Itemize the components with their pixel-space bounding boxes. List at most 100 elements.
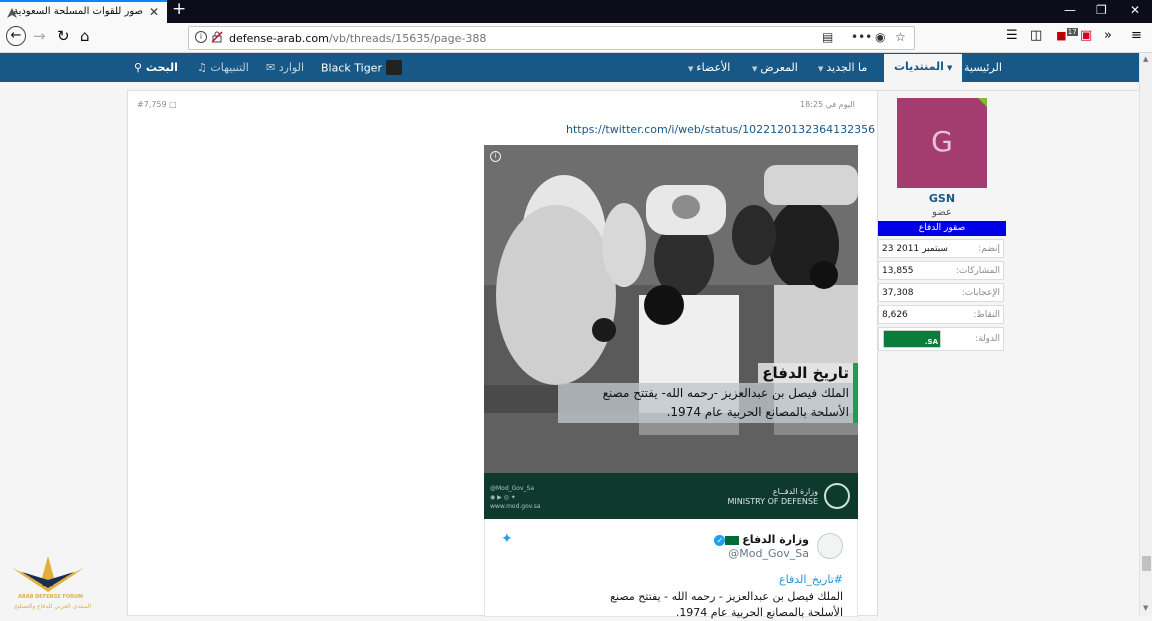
nav-search[interactable]: ⚲ البحث bbox=[134, 61, 178, 74]
nav-gallery[interactable]: ▼ المعرض bbox=[752, 61, 798, 74]
site-navigation: الرئيسية المنتديات ▼ ▼ ما الجديد ▼ المعرض ▼… bbox=[0, 53, 1139, 82]
stat-joined: إنضم: 23 سبتمبر 2011 bbox=[878, 239, 1004, 258]
nav-inbox[interactable]: ✉ الوارد bbox=[266, 61, 304, 74]
stat-label: إنضم: bbox=[978, 244, 1000, 254]
ministry-footer: @Mod_Gov_Sa ◉ ▶ ◎ ✦ www.mod.gov.sa وزارة ا… bbox=[484, 473, 858, 519]
close-window-icon[interactable]: ✕ bbox=[1130, 3, 1140, 17]
browser-tab-bar: صور للقوات المسلحة السعودية ✕ + — ❐ ✕ bbox=[0, 0, 1152, 23]
home-icon[interactable]: ⌂ bbox=[80, 27, 90, 45]
stat-label: النقاط: bbox=[973, 310, 1000, 320]
minimize-icon[interactable]: — bbox=[1064, 3, 1076, 17]
footer-handle: @Mod_Gov_Sa bbox=[490, 485, 535, 492]
tweet-embed[interactable]: ✦ وزارة الدفاع ✓ @Mod_Gov_Sa #تاريخ_الدفا… bbox=[484, 519, 858, 619]
extension-badge: 17 bbox=[1066, 28, 1078, 36]
tweet-photo[interactable]: i تاريخ الدفاع الملك فيصل بن عبدالعزيز -… bbox=[484, 145, 858, 519]
bookmark-star-icon[interactable]: ☆ bbox=[895, 30, 906, 44]
restore-icon[interactable]: ❐ bbox=[1096, 3, 1107, 17]
browser-toolbar: ← → ↻ ⌂ i defense-arab.com/vb/threads/15… bbox=[0, 23, 1152, 53]
new-tab-button[interactable]: + bbox=[172, 0, 186, 19]
tweet-link-url: https://twitter.com/i/web/status/1022120… bbox=[566, 123, 876, 136]
historical-photo-illustration bbox=[484, 145, 858, 473]
tweet-link[interactable]: https://twitter.com/i/web/status/1022120… bbox=[566, 123, 887, 136]
stat-label: الدولة: bbox=[975, 334, 1000, 344]
ublock-icon[interactable]: ◼17 bbox=[1056, 28, 1078, 43]
pocket-icon[interactable]: ◉ bbox=[875, 30, 885, 44]
ministry-name: وزارة الدفــاع MINISTRY OF DEFENSE bbox=[728, 487, 818, 507]
nav-alerts[interactable]: ♫ التنبيهات bbox=[197, 61, 249, 74]
url-domain: defense-arab.com bbox=[229, 32, 329, 45]
account-avatar[interactable] bbox=[817, 533, 843, 559]
account-name[interactable]: وزارة الدفاع ✓ bbox=[712, 533, 809, 546]
avatar-letter: G bbox=[931, 125, 953, 158]
search-icon: ⚲ bbox=[134, 61, 143, 74]
post-number[interactable]: #7,759 □ bbox=[137, 100, 177, 109]
url-path: /vb/threads/15635/page-388 bbox=[328, 32, 487, 45]
browser-tab[interactable]: صور للقوات المسلحة السعودية ✕ bbox=[0, 0, 167, 23]
screen-name[interactable]: @Mod_Gov_Sa bbox=[728, 547, 809, 560]
nav-forums[interactable]: المنتديات ▼ bbox=[884, 54, 963, 82]
user-avatar bbox=[385, 60, 402, 75]
page-content: #7,759 □ اليوم في 18:25 https://twitter.… bbox=[0, 82, 1139, 619]
stat-value[interactable]: 8,626 bbox=[882, 310, 908, 320]
forward-arrow-icon[interactable]: → bbox=[33, 27, 46, 45]
address-bar[interactable]: i defense-arab.com/vb/threads/15635/page… bbox=[188, 26, 915, 50]
account-name-text: وزارة الدفاع bbox=[742, 533, 809, 546]
nav-whats-new[interactable]: ▼ ما الجديد bbox=[818, 61, 867, 74]
nav-username: Black Tiger bbox=[321, 61, 382, 75]
chevron-down-icon: ▼ bbox=[946, 64, 953, 72]
caption-body: الملك فيصل بن عبدالعزيز -رحمه الله- يفتت… bbox=[558, 383, 853, 423]
stat-value[interactable]: 13,855 bbox=[882, 266, 914, 276]
verified-badge-icon: ✓ bbox=[714, 535, 726, 546]
username-link[interactable]: GSN bbox=[878, 192, 1006, 205]
post-time[interactable]: اليوم في 18:25 bbox=[800, 100, 855, 109]
photo-caption: تاريخ الدفاع الملك فيصل بن عبدالعزيز -رح… bbox=[558, 363, 858, 423]
social-icons: ◉ ▶ ◎ ✦ bbox=[490, 494, 516, 501]
nav-account[interactable]: Black Tiger bbox=[321, 60, 402, 76]
page-actions-icon[interactable]: ••• bbox=[851, 30, 872, 44]
page-scrollbar[interactable]: ▲ ▼ bbox=[1139, 53, 1152, 616]
back-arrow-icon[interactable]: ← bbox=[6, 26, 26, 46]
user-title: عضو bbox=[932, 207, 952, 218]
tab-close-icon[interactable]: ✕ bbox=[149, 5, 159, 19]
scrollbar-thumb[interactable] bbox=[1142, 556, 1151, 571]
eagle-emblem-icon: DA bbox=[12, 556, 84, 592]
post-body: #7,759 □ اليوم في 18:25 https://twitter.… bbox=[128, 91, 887, 619]
nav-home[interactable]: الرئيسية bbox=[964, 61, 1002, 74]
stat-country: الدولة: .SA bbox=[878, 327, 1004, 351]
sidebar-icon[interactable]: ◫ bbox=[1030, 28, 1042, 43]
scroll-up-icon[interactable]: ▲ bbox=[1143, 55, 1148, 63]
nav-members-label: الأعضاء bbox=[696, 61, 731, 74]
caption-heading: تاريخ الدفاع bbox=[758, 363, 853, 383]
hamburger-menu-icon[interactable]: ≡ bbox=[1131, 28, 1142, 43]
page-info-icon[interactable]: i bbox=[195, 31, 207, 43]
insecure-lock-icon[interactable] bbox=[211, 31, 223, 43]
chevron-down-icon: ▼ bbox=[688, 65, 694, 73]
nav-alerts-label: التنبيهات bbox=[210, 61, 249, 74]
tab-title: صور للقوات المسلحة السعودية bbox=[13, 6, 143, 17]
stat-posts: المشاركات: 13,855 bbox=[878, 261, 1004, 280]
nav-inbox-label: الوارد bbox=[278, 61, 305, 74]
tweet-text: الملك فيصل بن عبدالعزيز - رحمه الله - يف… bbox=[610, 590, 843, 619]
nav-forums-label: المنتديات bbox=[894, 60, 944, 73]
twitter-bird-icon[interactable]: ✦ bbox=[501, 531, 513, 547]
post-number-text: #7,759 bbox=[137, 100, 167, 109]
chevron-down-icon: ▼ bbox=[818, 65, 824, 73]
ministry-emblem-icon bbox=[824, 483, 850, 509]
library-icon[interactable]: ☰ bbox=[1006, 28, 1018, 43]
site-logo[interactable]: DA ARAB DEFENSE FORUM المنتدى العربي للد… bbox=[8, 552, 91, 616]
stat-label: الإعجابات: bbox=[961, 288, 1000, 298]
hashtag-link[interactable]: #تاريخ_الدفاع bbox=[779, 573, 843, 586]
stat-value: 23 سبتمبر 2011 bbox=[882, 244, 948, 254]
nav-members[interactable]: ▼ الأعضاء bbox=[688, 61, 730, 74]
user-avatar-large[interactable]: G bbox=[897, 98, 987, 188]
reload-icon[interactable]: ↻ bbox=[57, 27, 70, 45]
scroll-down-icon[interactable]: ▼ bbox=[1143, 604, 1148, 612]
logo-text-ar: المنتدى العربي للدفاع والتسليح bbox=[14, 603, 91, 610]
bookmark-icon[interactable]: □ bbox=[169, 100, 177, 109]
country-code: .SA bbox=[924, 338, 938, 346]
reader-view-icon[interactable]: ▤ bbox=[822, 30, 833, 44]
ministry-name-en: MINISTRY OF DEFENSE bbox=[727, 497, 818, 506]
overflow-chevron-icon[interactable]: » bbox=[1104, 28, 1112, 43]
pocket-extension-icon[interactable]: ▣ bbox=[1080, 28, 1092, 43]
info-icon[interactable]: i bbox=[490, 151, 501, 162]
